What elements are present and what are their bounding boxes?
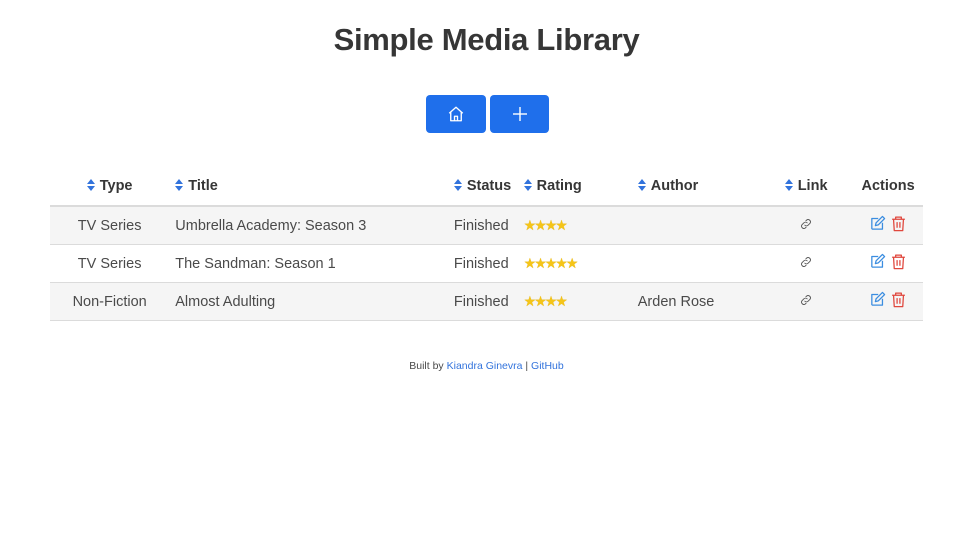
cell-status: Finished: [453, 206, 524, 245]
author-link[interactable]: Kiandra Ginevra: [447, 360, 523, 372]
page-title: Simple Media Library: [333, 22, 640, 57]
delete-icon[interactable]: [890, 291, 907, 308]
cell-title: The Sandman: Season 1: [169, 244, 454, 283]
cell-actions: [853, 244, 923, 283]
column-label: Actions: [861, 178, 915, 194]
sort-icon: [637, 179, 646, 191]
column-label: Type: [99, 178, 133, 194]
cell-link: [759, 244, 854, 283]
column-header-author[interactable]: Author: [637, 167, 760, 207]
add-button[interactable]: [490, 95, 549, 133]
cell-link: [759, 206, 854, 245]
footer: Built by Kiandra Ginevra | GitHub: [0, 360, 973, 372]
link-icon[interactable]: [799, 255, 813, 269]
column-header-title[interactable]: Title: [169, 167, 454, 207]
cell-link: [759, 282, 854, 321]
edit-icon[interactable]: [869, 291, 886, 308]
rating-stars: ★★★★: [523, 293, 568, 309]
cell-actions: [853, 206, 923, 245]
footer-separator: |: [522, 360, 532, 372]
cell-author: Arden Rose: [637, 282, 760, 321]
rating-stars: ★★★★: [523, 217, 568, 233]
sort-icon: [523, 179, 532, 191]
column-header-rating[interactable]: Rating: [523, 167, 638, 207]
cell-author: [637, 244, 760, 283]
cell-type: TV Series: [50, 206, 170, 245]
cell-actions: [853, 282, 923, 321]
sort-icon: [453, 179, 462, 191]
cell-rating: ★★★★★: [523, 244, 638, 283]
link-icon[interactable]: [799, 293, 813, 307]
footer-prefix: Built by: [409, 360, 447, 372]
cell-title: Umbrella Academy: Season 3: [169, 206, 454, 245]
cell-rating: ★★★★: [523, 206, 638, 245]
column-header-link[interactable]: Link: [759, 167, 854, 207]
column-label: Link: [797, 178, 828, 194]
github-link[interactable]: GitHub: [531, 360, 564, 372]
table-row: TV Series The Sandman: Season 1 Finished…: [50, 244, 923, 283]
table-header-row: Type Title Status Rating Author Link Act…: [50, 167, 923, 207]
column-header-status[interactable]: Status: [453, 167, 524, 207]
table-row: Non-Fiction Almost Adulting Finished ★★★…: [50, 282, 923, 321]
edit-icon[interactable]: [869, 253, 886, 270]
media-table: Type Title Status Rating Author Link Act…: [50, 167, 923, 321]
column-label: Author: [650, 178, 699, 194]
cell-rating: ★★★★: [523, 282, 638, 321]
sort-icon: [175, 179, 184, 191]
edit-icon[interactable]: [869, 215, 886, 232]
sort-icon: [86, 179, 95, 191]
table-row: TV Series Umbrella Academy: Season 3 Fin…: [50, 206, 923, 245]
column-label: Rating: [536, 178, 582, 194]
delete-icon[interactable]: [890, 215, 907, 232]
cell-title: Almost Adulting: [169, 282, 454, 321]
column-label: Status: [466, 178, 512, 194]
home-button[interactable]: [426, 95, 486, 133]
rating-stars: ★★★★★: [523, 255, 579, 271]
link-icon[interactable]: [799, 217, 813, 231]
column-header-type[interactable]: Type: [50, 167, 170, 207]
toolbar: [426, 95, 549, 133]
cell-status: Finished: [453, 282, 524, 321]
home-icon: [448, 106, 464, 122]
column-header-actions: Actions: [853, 167, 923, 207]
cell-author: [637, 206, 760, 245]
cell-status: Finished: [453, 244, 524, 283]
sort-icon: [784, 179, 793, 191]
cell-type: Non-Fiction: [50, 282, 170, 321]
plus-icon: [512, 107, 527, 121]
delete-icon[interactable]: [890, 253, 907, 270]
cell-type: TV Series: [50, 244, 170, 283]
column-label: Title: [188, 178, 218, 194]
